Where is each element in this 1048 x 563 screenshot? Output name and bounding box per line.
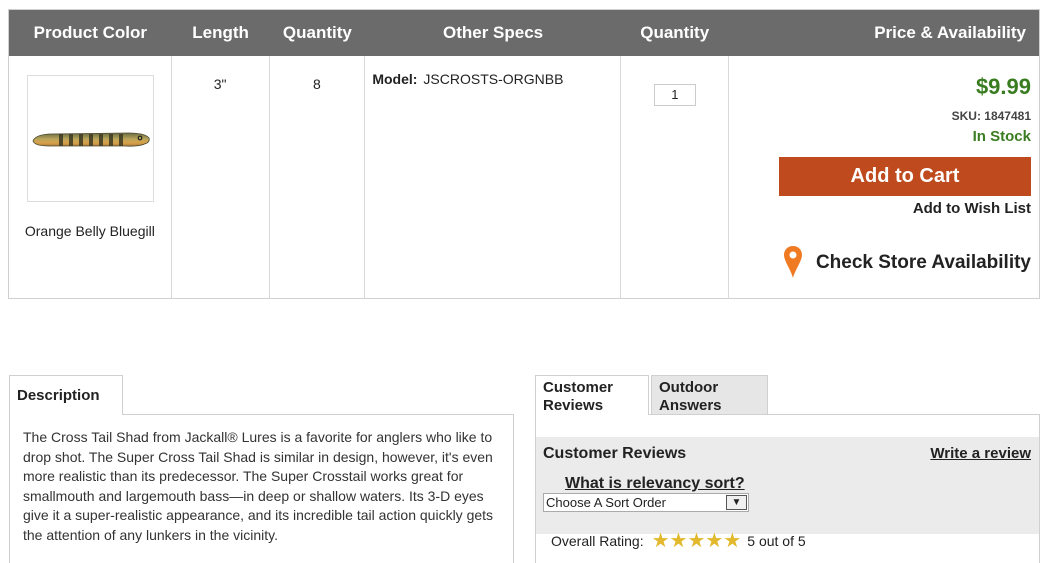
star-icon: ★: [687, 530, 706, 552]
star-icon: ★: [705, 530, 724, 552]
table-row: Orange Belly Bluegill 3" 8 Model: JSCROST…: [9, 56, 1039, 298]
rating-text: 5 out of 5: [747, 533, 806, 549]
product-swatch-image[interactable]: [27, 75, 154, 202]
reviews-title: Customer Reviews: [543, 445, 687, 462]
table-header: Product Color Length Quantity Other Spec…: [9, 10, 1039, 56]
quantity-cell: 8: [270, 56, 366, 298]
stock-status: In Stock: [972, 128, 1031, 145]
header-length: Length: [192, 23, 249, 42]
overall-rating-label: Overall Rating:: [551, 533, 644, 549]
reviews-tabs: Customer Reviews Outdoor Answers: [535, 375, 768, 415]
write-review-link[interactable]: Write a review: [930, 445, 1031, 462]
chevron-down-icon[interactable]: ▼: [726, 495, 747, 510]
description-panel: The Cross Tail Shad from Jackall® Lures …: [9, 414, 514, 563]
pack-quantity-value: 8: [313, 76, 321, 92]
header-quantity: Quantity: [282, 23, 352, 42]
model-spec: Model: JSCROSTS-ORGNBB: [372, 71, 563, 87]
reviews-panel: Customer Reviews Write a review What is …: [535, 414, 1040, 563]
product-table: Product Color Length Quantity Other Spec…: [8, 9, 1040, 299]
add-to-wishlist-link[interactable]: Add to Wish List: [913, 200, 1031, 217]
rating-stars: ★ ★ ★ ★ ★: [652, 531, 742, 551]
sort-order-value: Choose A Sort Order: [546, 495, 666, 510]
length-value: 3": [213, 76, 227, 92]
description-text: The Cross Tail Shad from Jackall® Lures …: [23, 429, 494, 543]
check-store-availability-link[interactable]: Check Store Availability: [783, 242, 1031, 284]
lure-image: [32, 132, 150, 147]
reviews-header: Customer Reviews Write a review What is …: [536, 437, 1039, 534]
model-value: JSCROSTS-ORGNBB: [423, 71, 564, 87]
length-cell: 3": [172, 56, 270, 298]
header-other-specs: Other Specs: [442, 23, 544, 42]
other-specs-cell: Model: JSCROSTS-ORGNBB: [365, 56, 621, 298]
relevancy-sort-link[interactable]: What is relevancy sort?: [565, 475, 745, 493]
product-color-cell: Orange Belly Bluegill: [9, 56, 172, 298]
star-icon: ★: [723, 530, 742, 552]
header-quantity-input: Quantity: [640, 23, 710, 42]
overall-rating: Overall Rating: ★ ★ ★ ★ ★ 5 out of 5: [551, 531, 806, 551]
map-pin-icon: [783, 246, 802, 284]
star-icon: ★: [651, 530, 670, 552]
tab-outdoor-answers[interactable]: Outdoor Answers: [651, 375, 768, 415]
header-product-color: Product Color: [33, 23, 148, 42]
star-icon: ★: [669, 530, 688, 552]
check-store-label: Check Store Availability: [815, 252, 1031, 273]
product-color-name: Orange Belly Bluegill: [24, 223, 155, 239]
add-to-cart-button[interactable]: Add to Cart: [779, 157, 1031, 196]
sort-order-select[interactable]: Choose A Sort Order ▼: [543, 493, 749, 512]
tab-customer-reviews[interactable]: Customer Reviews: [535, 375, 649, 415]
price: $9.99: [975, 74, 1031, 99]
sku: SKU: 1847481: [951, 109, 1031, 123]
quantity-input-cell: 1: [621, 56, 729, 298]
model-label: Model:: [372, 71, 418, 87]
quantity-input[interactable]: 1: [653, 84, 696, 106]
price-availability-cell: $9.99 SKU: 1847481 In Stock Add to Cart …: [729, 56, 1039, 298]
header-price-availability: Price & Availability: [874, 23, 1027, 42]
tab-description[interactable]: Description: [9, 375, 123, 415]
